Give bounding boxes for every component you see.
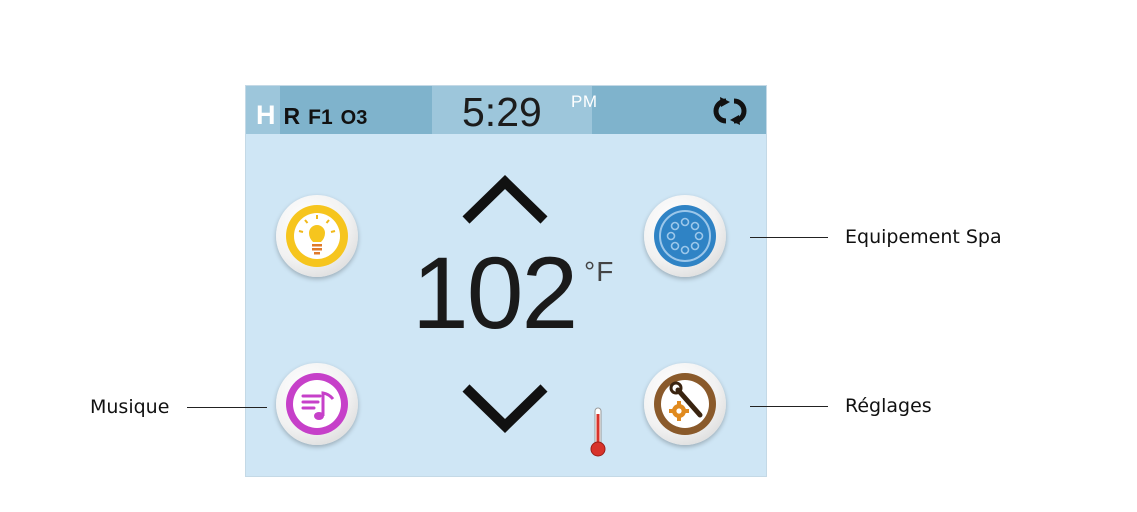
refresh-icon[interactable]	[706, 96, 754, 126]
ready-mode-indicator: R	[283, 103, 301, 129]
status-indicators: H R F1 O3	[256, 100, 368, 130]
status-bar: H R F1 O3 5:29 PM	[246, 86, 766, 134]
temperature-unit: °F	[584, 256, 615, 287]
temperature-down-arrow-icon[interactable]	[460, 382, 550, 434]
thermometer-icon	[590, 407, 606, 457]
lightbulb-icon	[286, 205, 348, 267]
music-callout-line	[187, 407, 267, 408]
music-button[interactable]	[276, 363, 358, 445]
settings-label: Réglages	[845, 395, 932, 417]
temperature-value: 102	[412, 236, 578, 350]
clock-time: 5:29	[462, 89, 542, 135]
spa-equipment-button[interactable]	[644, 195, 726, 277]
clock-ampm: PM	[571, 92, 598, 111]
ozone-indicator: O3	[340, 107, 368, 129]
tools-gear-icon	[654, 373, 716, 435]
light-button[interactable]	[276, 195, 358, 277]
spa-control-panel: H R F1 O3 5:29 PM 102 °F	[245, 85, 767, 477]
spa-equipment-callout-line	[750, 237, 828, 238]
spa-equipment-label: Equipement Spa	[845, 226, 1002, 248]
temperature-up-arrow-icon[interactable]	[460, 174, 550, 226]
music-label: Musique	[90, 396, 170, 418]
music-icon	[286, 373, 348, 435]
settings-callout-line	[750, 406, 828, 407]
settings-button[interactable]	[644, 363, 726, 445]
spa-jets-icon	[654, 205, 716, 267]
filter-indicator: F1	[308, 106, 333, 129]
heater-indicator: H	[256, 100, 276, 130]
